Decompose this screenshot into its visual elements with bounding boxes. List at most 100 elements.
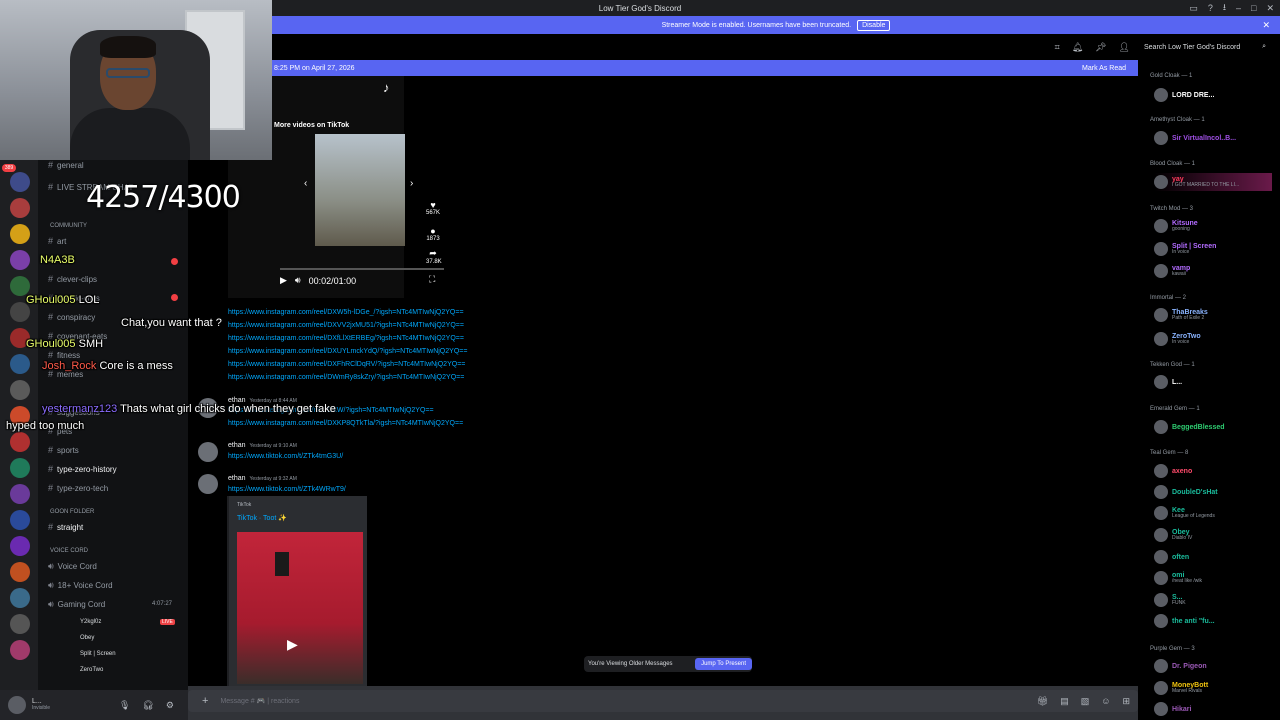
member-item[interactable]: Obey Diablo IV xyxy=(1154,526,1192,544)
like-count[interactable]: ♥ 567K xyxy=(426,200,440,216)
embed-video[interactable]: ▶ xyxy=(237,532,363,684)
category-community[interactable]: COMMUNITY xyxy=(50,223,87,229)
member-item[interactable]: MoneyBott Marvel Rivals xyxy=(1154,679,1208,697)
play-icon[interactable]: ▶ xyxy=(287,636,298,653)
voice-user[interactable]: Y2kgl0z xyxy=(80,619,101,625)
threads-icon[interactable]: ⌗ xyxy=(1055,42,1060,53)
server-icon[interactable] xyxy=(10,250,30,270)
notification-icon[interactable]: 🔔︎ xyxy=(1072,42,1083,53)
avatar[interactable] xyxy=(198,442,218,462)
add-attachment-icon[interactable]: + xyxy=(202,695,208,707)
server-icon[interactable] xyxy=(10,458,30,478)
members-icon[interactable]: 👤︎ xyxy=(1119,42,1130,53)
server-icon[interactable] xyxy=(10,614,30,634)
server-icon[interactable] xyxy=(10,484,30,504)
headphones-icon[interactable]: 🎧︎ xyxy=(142,700,153,711)
member-item[interactable]: Kee League of Legends xyxy=(1154,504,1215,522)
member-item[interactable]: Dr. Pigeon xyxy=(1154,657,1207,675)
voice-channel-gaming-cord[interactable]: 🔊︎ Gaming Cord xyxy=(48,597,105,611)
author-name[interactable]: ethan xyxy=(228,475,246,482)
channel-conspiracy[interactable]: # conspiracy xyxy=(48,310,95,324)
message-composer[interactable]: + Message # 🎮 | reactions 🎁︎ ▤ ▧ ☺ ⊞ xyxy=(188,690,1138,712)
message-link[interactable]: https://www.instagram.com/reel/DXKP8QTkT… xyxy=(228,420,463,427)
channel-type-zero-tech[interactable]: # type-zero-tech xyxy=(48,481,108,495)
member-item[interactable]: vamp kawaii xyxy=(1154,262,1190,280)
member-item[interactable]: Kitsune gooning xyxy=(1154,217,1198,235)
member-item[interactable]: LORD DRE... xyxy=(1154,86,1214,104)
category-voice-cord[interactable]: VOICE CORD xyxy=(50,548,88,554)
channel-type-zero-history[interactable]: # type-zero-history xyxy=(48,462,117,476)
minimize-icon[interactable]: – xyxy=(1236,3,1241,13)
member-item[interactable]: omi/neat like /wik xyxy=(1154,569,1202,587)
member-item[interactable]: ZeroTwo In voice xyxy=(1154,330,1201,348)
member-item[interactable]: BeggedBlessed xyxy=(1154,418,1225,436)
comment-count[interactable]: ● 1873 xyxy=(426,226,440,242)
pin-icon[interactable]: 📌︎ xyxy=(1095,42,1106,53)
volume-icon[interactable]: 🔊︎ xyxy=(295,275,301,286)
mic-icon[interactable]: 🎙︎ xyxy=(119,700,130,711)
message-link[interactable]: https://www.tiktok.com/t/ZTk4WRwT9/ xyxy=(228,486,346,493)
server-icon[interactable] xyxy=(10,588,30,608)
new-messages-bar[interactable]: 8:25 PM on April 27, 2026 Mark As Read xyxy=(272,60,1138,76)
message-link[interactable]: https://www.instagram.com/reel/DXW5h-lDG… xyxy=(228,309,464,316)
settings-gear-icon[interactable]: ⚙ xyxy=(166,700,174,711)
search-input[interactable]: Search Low Tier God's Discord ⌕ xyxy=(1142,39,1268,55)
server-icon[interactable] xyxy=(10,536,30,556)
help-icon[interactable]: ? xyxy=(1208,3,1213,13)
gift-icon[interactable]: 🎁︎ xyxy=(1037,696,1048,707)
message-link[interactable]: https://www.instagram.com/reel/DWmRy8skZ… xyxy=(228,374,464,381)
server-icon[interactable] xyxy=(10,510,30,530)
member-item[interactable]: DoubleD'sHat xyxy=(1154,483,1218,501)
video-thumbnail[interactable] xyxy=(315,134,405,246)
avatar[interactable] xyxy=(8,696,26,714)
video-progress[interactable] xyxy=(280,268,444,270)
embed-title[interactable]: TikTok · Toot ✨ xyxy=(237,514,287,522)
avatar[interactable] xyxy=(198,474,218,494)
member-item[interactable]: Hikari xyxy=(1154,700,1191,718)
member-item[interactable]: yay I GOT MARRIED TO THE LI... xyxy=(1154,173,1272,191)
message-link[interactable]: https://www.instagram.com/reel/DXFhRClDq… xyxy=(228,361,465,368)
author-name[interactable]: ethan xyxy=(228,442,246,449)
channel-general[interactable]: # general xyxy=(48,158,84,172)
mark-as-read-button[interactable]: Mark As Read xyxy=(1082,65,1126,72)
prev-arrow-icon[interactable]: ‹ xyxy=(304,178,307,189)
member-item[interactable]: the anti "fu... xyxy=(1154,612,1215,630)
member-item[interactable]: often xyxy=(1154,548,1189,566)
maximize-icon[interactable]: □ xyxy=(1251,3,1256,13)
channel-sports[interactable]: # sports xyxy=(48,443,79,457)
message-link[interactable]: https://www.instagram.com/reel/DXVV2jxMU… xyxy=(228,322,464,329)
member-item[interactable]: S... FUNK xyxy=(1154,591,1186,609)
close-banner-icon[interactable]: ✕ xyxy=(1262,20,1270,31)
server-icon[interactable] xyxy=(10,354,30,374)
server-icon[interactable] xyxy=(10,276,30,296)
voice-user[interactable]: ZeroTwo xyxy=(80,667,103,673)
download-icon[interactable]: ⭳ xyxy=(1223,0,1226,16)
member-item[interactable]: ThaBreaks Path of Exile 2 xyxy=(1154,306,1208,324)
voice-user[interactable]: Obey xyxy=(80,635,94,641)
member-item[interactable]: Split | Screen In voice xyxy=(1154,240,1216,258)
close-window-icon[interactable]: ✕ xyxy=(1266,3,1274,14)
server-icon[interactable] xyxy=(10,640,30,660)
server-icon[interactable] xyxy=(10,562,30,582)
voice-channel-voice-cord[interactable]: 🔊︎ Voice Cord xyxy=(48,559,97,573)
server-icon[interactable] xyxy=(10,432,30,452)
server-icon[interactable] xyxy=(10,172,30,192)
gif-icon[interactable]: ▤ xyxy=(1060,696,1069,707)
message-link[interactable]: https://www.instagram.com/reel/DXfLlXtER… xyxy=(228,335,464,342)
message-link[interactable]: https://www.instagram.com/reel/DXUYLmckY… xyxy=(228,348,467,355)
message-link[interactable]: https://www.tiktok.com/t/ZTk4tmG3U/ xyxy=(228,453,343,460)
voice-channel-18-plus[interactable]: 🔊︎ 18+ Voice Cord xyxy=(48,578,113,592)
channel-straight[interactable]: # straight xyxy=(48,520,83,534)
fullscreen-icon[interactable]: ⛶ xyxy=(429,274,435,285)
channel-art[interactable]: # art xyxy=(48,234,66,248)
member-item[interactable]: Sir VirtualIncol..B... xyxy=(1154,129,1236,147)
channel-clever-clips[interactable]: # clever-clips xyxy=(48,272,97,286)
category-goon-folder[interactable]: GOON FOLDER xyxy=(50,509,94,515)
apps-icon[interactable]: ⊞ xyxy=(1122,696,1130,707)
server-icon[interactable] xyxy=(10,380,30,400)
member-item[interactable]: L... xyxy=(1154,373,1182,391)
member-item[interactable]: axeno xyxy=(1154,462,1192,480)
play-icon[interactable]: ▶ xyxy=(280,275,287,286)
sticker-icon[interactable]: ▧ xyxy=(1081,696,1090,707)
server-icon[interactable] xyxy=(10,198,30,218)
